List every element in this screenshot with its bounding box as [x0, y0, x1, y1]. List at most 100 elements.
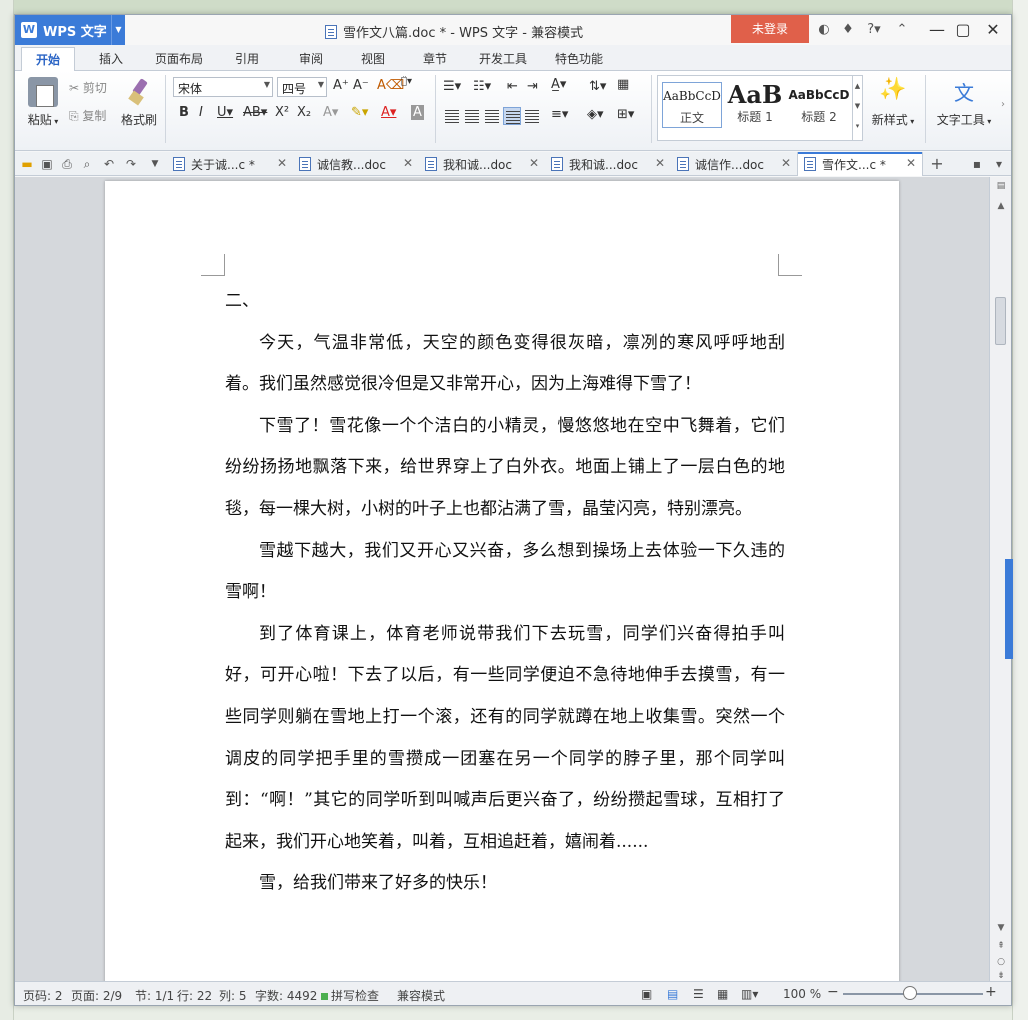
redo-icon[interactable]: ↷ — [123, 156, 139, 172]
tab-review[interactable]: 审阅 — [299, 50, 323, 67]
document-body[interactable]: 二、 今天，气温非常低，天空的颜色变得很灰暗，凛冽的寒风呼呼地刮着。我们虽然感觉… — [225, 281, 785, 905]
shading-icon[interactable]: ◈▾ — [587, 107, 604, 122]
web-view-icon[interactable]: ▦ — [717, 987, 728, 1001]
zoom-level[interactable]: 100 % — [783, 987, 821, 1001]
status-word-count[interactable]: 字数: 4492 — [255, 987, 317, 1004]
doc-tab[interactable]: 我和诚...doc ✕ — [419, 152, 545, 176]
zoom-out-button[interactable]: − — [827, 984, 839, 1000]
close-icon[interactable]: ✕ — [655, 156, 665, 170]
strikethrough-icon[interactable]: AB▾ — [243, 105, 267, 120]
scrollbar-thumb[interactable] — [995, 297, 1006, 345]
cloud-icon[interactable]: ◐ — [813, 19, 835, 41]
collapse-ribbon-icon[interactable]: ⌃ — [891, 19, 913, 41]
text-effect-icon[interactable]: A▾ — [323, 105, 338, 120]
split-view-icon[interactable]: ▤ — [990, 181, 1012, 191]
scroll-up-arrow-icon[interactable]: ▲ — [990, 201, 1012, 211]
doc-tab[interactable]: 诚信教...doc ✕ — [293, 152, 419, 176]
open-folder-icon[interactable]: ▬ — [19, 156, 35, 172]
side-panel-toggle[interactable] — [1005, 559, 1013, 659]
close-icon[interactable]: ✕ — [906, 156, 916, 170]
increase-indent-icon[interactable]: ⇥ — [527, 79, 538, 94]
styles-scroll[interactable]: ▲ ▼ ▾ — [852, 76, 862, 140]
fullscreen-view-icon[interactable]: ▣ — [641, 987, 652, 1001]
undo-icon[interactable]: ↶ — [101, 156, 117, 172]
underline-icon[interactable]: U▾ — [217, 105, 233, 120]
align-right-icon[interactable] — [483, 107, 501, 125]
tab-page-layout[interactable]: 页面布局 — [155, 50, 203, 67]
page-view-icon[interactable]: ▤ — [667, 987, 678, 1001]
doc-tab[interactable]: 关于诚...c * ✕ — [167, 152, 293, 176]
previous-page-icon[interactable]: ⇞ — [990, 941, 1012, 951]
tab-references[interactable]: 引用 — [235, 50, 259, 67]
decrease-indent-icon[interactable]: ⇤ — [507, 79, 518, 94]
save-icon[interactable]: ▣ — [39, 156, 55, 172]
borders-icon[interactable]: ⊞▾ — [617, 107, 634, 122]
customize-toolbar-icon[interactable]: ▼ — [147, 156, 163, 172]
tab-list-icon[interactable]: ▪ — [969, 156, 985, 172]
numbering-icon[interactable]: ☷▾ — [473, 79, 491, 94]
outline-view-icon[interactable]: ☰ — [693, 987, 704, 1001]
copy-button[interactable]: ⎘ 复制 — [69, 107, 106, 124]
font-name-select[interactable]: 宋体 ▼ — [173, 77, 273, 97]
tab-menu-icon[interactable]: ▾ — [991, 156, 1007, 172]
close-icon[interactable]: ✕ — [277, 156, 287, 170]
format-painter-button[interactable]: 格式刷 — [119, 77, 159, 128]
tab-home[interactable]: 开始 — [21, 47, 76, 72]
table-grid-icon[interactable]: ▦ — [617, 77, 629, 92]
superscript-icon[interactable]: X² — [275, 105, 289, 120]
print-preview-icon[interactable]: ⌕ — [79, 156, 95, 172]
skin-icon[interactable]: ♦ — [837, 19, 859, 41]
close-button[interactable]: ✕ — [977, 15, 1009, 45]
chinese-layout-icon[interactable]: A̲▾ — [551, 77, 566, 92]
style-normal[interactable]: AaBbCcD 正文 — [662, 82, 722, 128]
phonetic-guide-icon[interactable]: 文̈▾ — [401, 76, 412, 87]
subscript-icon[interactable]: X₂ — [297, 105, 311, 120]
document-page[interactable]: 二、 今天，气温非常低，天空的颜色变得很灰暗，凛冽的寒风呼呼地刮着。我们虽然感觉… — [105, 181, 899, 981]
tab-view[interactable]: 视图 — [361, 50, 385, 67]
line-spacing-icon[interactable]: ≡▾ — [551, 107, 568, 122]
font-color-icon[interactable]: A▾ — [381, 105, 396, 120]
cut-button[interactable]: ✂ 剪切 — [69, 79, 107, 96]
align-justify-icon[interactable] — [503, 107, 521, 125]
align-center-icon[interactable] — [463, 107, 481, 125]
tab-features[interactable]: 特色功能 — [555, 50, 603, 67]
highlight-icon[interactable]: ✎▾ — [351, 105, 368, 120]
text-tools-button[interactable]: 文 文字工具 ▾ — [933, 77, 995, 128]
zoom-in-button[interactable]: + — [985, 984, 997, 1000]
chevron-down-icon[interactable]: ▼ — [111, 15, 125, 45]
char-shading-icon[interactable]: A — [411, 105, 424, 120]
wps-app-menu-button[interactable]: W WPS 文字 ▼ — [15, 15, 125, 45]
doc-tab[interactable]: 我和诚...doc ✕ — [545, 152, 671, 176]
close-icon[interactable]: ✕ — [529, 156, 539, 170]
style-heading-2[interactable]: AaBbCcD 标题 2 — [788, 82, 850, 128]
ribbon-scroll-right-icon[interactable]: › — [1001, 99, 1005, 110]
style-heading-1[interactable]: AaB 标题 1 — [726, 82, 784, 128]
doc-tab-active[interactable]: 雪作文...c * ✕ — [797, 152, 923, 176]
reading-view-icon[interactable]: ▥▾ — [741, 987, 758, 1001]
scroll-down-arrow-icon[interactable]: ▼ — [990, 923, 1012, 933]
grow-font-icon[interactable]: A⁺ — [333, 78, 349, 93]
bullets-icon[interactable]: ☰▾ — [443, 79, 461, 94]
print-icon[interactable]: ⎙ — [59, 156, 75, 172]
browse-object-icon[interactable]: ○ — [990, 957, 1012, 967]
align-left-icon[interactable] — [443, 107, 461, 125]
distributed-align-icon[interactable] — [523, 107, 541, 125]
zoom-slider-knob[interactable] — [903, 986, 917, 1000]
close-icon[interactable]: ✕ — [403, 156, 413, 170]
close-icon[interactable]: ✕ — [781, 156, 791, 170]
tab-insert[interactable]: 插入 — [99, 50, 123, 67]
spell-check-toggle[interactable]: 拼写检查 — [321, 987, 379, 1004]
paste-button[interactable]: 粘贴 ▾ — [23, 77, 63, 128]
tab-chapter[interactable]: 章节 — [423, 50, 447, 67]
new-style-button[interactable]: ✨ 新样式 ▾ — [867, 77, 919, 128]
shrink-font-icon[interactable]: A⁻ — [353, 78, 369, 93]
new-tab-icon[interactable]: + — [929, 156, 945, 172]
font-size-select[interactable]: 四号 ▼ — [277, 77, 327, 97]
bold-icon[interactable]: B — [179, 105, 189, 120]
tab-developer[interactable]: 开发工具 — [479, 50, 527, 67]
login-button[interactable]: 未登录 — [731, 15, 809, 43]
help-icon[interactable]: ?▾ — [861, 19, 887, 41]
sort-icon[interactable]: ⇅▾ — [589, 79, 606, 94]
italic-icon[interactable]: I — [199, 105, 203, 120]
next-page-icon[interactable]: ⇟ — [990, 971, 1012, 981]
